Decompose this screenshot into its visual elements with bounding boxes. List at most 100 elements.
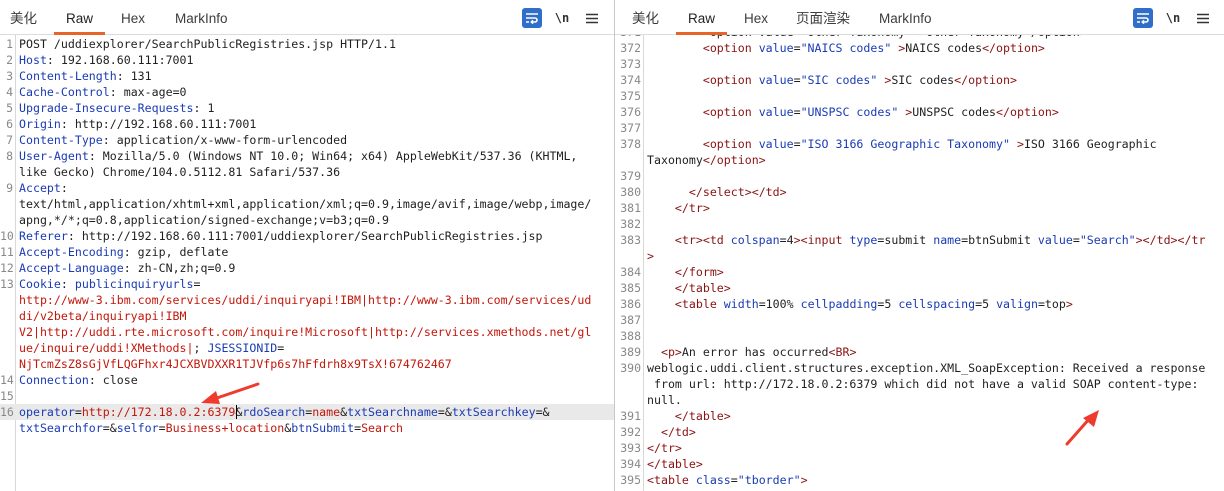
code-line: > [615,248,1224,264]
code-token: > [1009,137,1024,151]
code-token: txtSearchfor [19,421,103,435]
code-line: 374 <option value="SIC codes" >SIC codes… [615,72,1224,88]
code-token: <table [674,297,724,311]
code-line: 14 Connection: close [0,372,614,388]
tab-beautify[interactable]: 美化 [632,0,659,35]
code-token: </tr> [674,201,710,215]
code-line: 373 [615,56,1224,72]
request-editor[interactable]: 1 POST /uddiexplorer/SearchPublicRegistri… [0,35,614,491]
code-token: =100% [758,297,801,311]
tab-label: Hex [121,11,146,26]
code-token: cellspacing [898,297,976,311]
line-number: 383 [620,233,641,247]
code-text: Taxonomy</option> [647,152,766,168]
tab-page-render[interactable]: 页面渲染 [796,0,850,35]
tab-beautify[interactable]: 美化 [10,0,37,35]
tab-raw[interactable]: Raw [54,0,106,35]
code-token: = [193,277,201,291]
code-token: = [793,137,801,151]
code-token: </table> [674,409,731,423]
code-token: = [1072,233,1080,247]
hamburger-menu-icon[interactable] [1193,8,1213,28]
tab-markinfo[interactable]: MarkInfo [879,0,932,35]
response-editor[interactable]: 371 <option value="Other Taxonomy" >Othe… [615,35,1224,491]
code-token: </option> [982,41,1045,55]
code-token: Content-Type [19,133,103,147]
newline-toggle-label: \n [554,11,570,25]
line-number: 381 [620,201,641,215]
line-number: 390 [620,361,641,375]
code-line: txtSearchfor=&selfor=Business+location&b… [0,420,614,436]
code-token: colspan [730,233,780,247]
code-line: 385 </table> [615,280,1224,296]
code-line: 392 </td> [615,424,1224,440]
line-number: 11 [0,245,14,259]
tab-markinfo[interactable]: MarkInfo [175,0,228,35]
line-number [0,340,16,356]
request-tab-bar: 美化 Raw Hex MarkInfo \n [0,0,614,35]
line-number [0,212,16,228]
code-token: value [758,137,794,151]
code-token: =top [1037,297,1066,311]
code-text: </form> [647,264,724,280]
code-line: NjTcmZsZ8sGjVfLQGFhxr4JCXBVDXXR1TJVfp6s7… [0,356,614,372]
show-newlines-button[interactable]: \n [552,8,572,28]
code-line: 376 <option value="UNSPSC codes" >UNSPSC… [615,104,1224,120]
code-text: null. [647,392,682,408]
line-number [0,164,16,180]
code-text: POST /uddiexplorer/SearchPublicRegistrie… [19,36,396,52]
code-line: 381 </tr> [615,200,1224,216]
code-token: "NAICS codes" [800,41,892,55]
code-token: : http://192.168.60.111:7001/uddiexplore… [67,229,543,243]
code-token: Cache-Control [19,85,110,99]
annotation-arrow [201,382,260,404]
code-token: > [891,41,906,55]
code-text: Connection: close [19,372,138,388]
show-newlines-button[interactable]: \n [1163,8,1183,28]
hamburger-menu-icon[interactable] [582,8,602,28]
line-number: 7 [6,133,13,147]
code-text: Accept-Language: zh-CN,zh;q=0.9 [19,260,235,276]
tab-hex[interactable]: Hex [744,0,768,35]
line-number: 376 [620,105,641,119]
code-token: =& [102,421,117,435]
code-token: selfor [116,421,159,435]
code-token: : gzip, deflate [123,245,229,259]
code-line: 375 [615,88,1224,104]
code-text: Cache-Control: max-age=0 [19,84,187,100]
code-token: =5 [877,297,899,311]
wrap-lines-icon[interactable] [522,8,542,28]
code-token: =5 [975,297,997,311]
code-text: Referer: http://192.168.60.111:7001/uddi… [19,228,543,244]
code-text: Content-Type: application/x-www-form-url… [19,132,347,148]
code-token: <BR> [828,345,857,359]
line-number: 13 [0,277,14,291]
code-line: 386 <table width=100% cellpadding=5 cell… [615,296,1224,312]
code-text: <p>An error has occurred<BR> [647,344,856,360]
line-number: 374 [620,73,641,87]
code-text: txtSearchfor=&selfor=Business+location&b… [19,420,403,436]
code-token: <option [702,137,759,151]
line-number: 9 [6,181,13,195]
line-number [0,324,16,340]
code-line: 5 Upgrade-Insecure-Requests: 1 [0,100,614,116]
newline-toggle-label: \n [1165,11,1181,25]
line-number: 10 [0,229,14,243]
code-token: Accept [19,181,61,195]
line-number: 6 [6,117,13,131]
line-number [0,420,16,436]
code-token: "Search" [1079,233,1136,247]
wrap-lines-icon[interactable] [1133,8,1153,28]
tab-label: 美化 [10,11,37,26]
tab-label: MarkInfo [879,11,932,26]
code-text: </td> [647,424,696,440]
tab-raw[interactable]: Raw [676,0,728,35]
tab-hex[interactable]: Hex [121,0,145,35]
code-text: <table width=100% cellpadding=5 cellspac… [647,296,1073,312]
code-token: operator [19,405,75,419]
